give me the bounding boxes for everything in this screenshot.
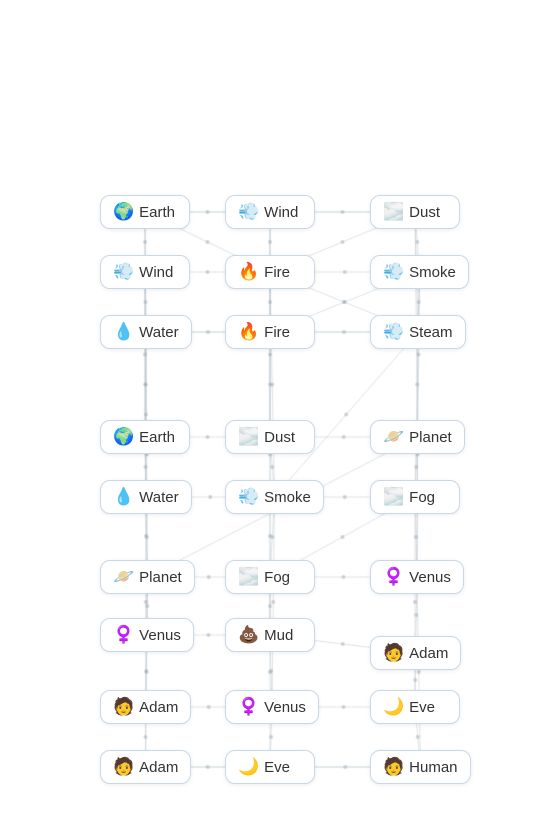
node-label: Earth	[139, 204, 175, 221]
node-water-n7[interactable]: 💧 Water	[100, 315, 192, 349]
node-wind-n4[interactable]: 💨 Wind	[100, 255, 190, 289]
node-emoji: 💨	[383, 322, 404, 342]
node-adam-n22[interactable]: 🧑 Adam	[100, 690, 191, 724]
node-emoji: 🧑	[113, 697, 134, 717]
node-label: Eve	[409, 699, 435, 716]
node-label: Earth	[139, 429, 175, 446]
node-label: Wind	[139, 264, 173, 281]
node-label: Eve	[264, 759, 290, 776]
node-fire-n5[interactable]: 🔥 Fire	[225, 255, 315, 289]
node-emoji: 🪐	[113, 567, 134, 587]
node-label: Planet	[139, 569, 182, 586]
node-planet-n16[interactable]: 🪐 Planet	[100, 560, 195, 594]
node-label: Human	[409, 759, 457, 776]
node-emoji: 🌫️	[238, 427, 259, 447]
node-venus-n18[interactable]: ♀️ Venus	[370, 560, 464, 594]
node-emoji: ♀️	[238, 697, 259, 717]
node-earth-n10[interactable]: 🌍 Earth	[100, 420, 190, 454]
node-label: Fire	[264, 264, 290, 281]
node-emoji: 🌫️	[238, 567, 259, 587]
node-emoji: 💨	[238, 202, 259, 222]
node-label: Water	[139, 489, 178, 506]
node-eve-n24[interactable]: 🌙 Eve	[370, 690, 460, 724]
node-label: Dust	[264, 429, 295, 446]
node-emoji: 💧	[113, 487, 134, 507]
node-label: Adam	[139, 699, 178, 716]
node-emoji: 🪐	[383, 427, 404, 447]
node-label: Adam	[409, 645, 448, 662]
node-emoji: 🧑	[113, 757, 134, 777]
node-venus-n19[interactable]: ♀️ Venus	[100, 618, 194, 652]
node-label: Fire	[264, 324, 290, 341]
node-venus-n23[interactable]: ♀️ Venus	[225, 690, 319, 724]
node-steam-n9[interactable]: 💨 Steam	[370, 315, 466, 349]
node-label: Wind	[264, 204, 298, 221]
node-dust-n11[interactable]: 🌫️ Dust	[225, 420, 315, 454]
node-earth-n1[interactable]: 🌍 Earth	[100, 195, 190, 229]
node-emoji: 🌍	[113, 427, 134, 447]
node-label: Fog	[264, 569, 290, 586]
node-adam-n21[interactable]: 🧑 Adam	[370, 636, 461, 670]
node-emoji: 🌫️	[383, 487, 404, 507]
node-mud-n20[interactable]: 💩 Mud	[225, 618, 315, 652]
node-emoji: 🌍	[113, 202, 134, 222]
node-dust-n3[interactable]: 🌫️ Dust	[370, 195, 460, 229]
node-label: Steam	[409, 324, 452, 341]
node-smoke-n6[interactable]: 💨 Smoke	[370, 255, 469, 289]
node-fog-n15[interactable]: 🌫️ Fog	[370, 480, 460, 514]
node-water-n13[interactable]: 💧 Water	[100, 480, 192, 514]
node-label: Water	[139, 324, 178, 341]
nodes-layer: 🌍 Earth 💨 Wind 🌫️ Dust 💨 Wind 🔥 Fire 💨 Smoke 💧 Water 🔥…	[0, 0, 559, 825]
node-emoji: ♀️	[113, 625, 134, 645]
node-emoji: 🔥	[238, 262, 259, 282]
node-label: Mud	[264, 627, 293, 644]
node-emoji: 🌫️	[383, 202, 404, 222]
node-fire-n8[interactable]: 🔥 Fire	[225, 315, 315, 349]
node-emoji: 🔥	[238, 322, 259, 342]
node-human-n27[interactable]: 🧑 Human	[370, 750, 471, 784]
node-smoke-n14[interactable]: 💨 Smoke	[225, 480, 324, 514]
node-label: Venus	[139, 627, 181, 644]
node-fog-n17[interactable]: 🌫️ Fog	[225, 560, 315, 594]
node-label: Fog	[409, 489, 435, 506]
node-emoji: 🌙	[238, 757, 259, 777]
node-adam-n25[interactable]: 🧑 Adam	[100, 750, 191, 784]
node-label: Adam	[139, 759, 178, 776]
node-emoji: 💨	[238, 487, 259, 507]
node-label: Dust	[409, 204, 440, 221]
node-emoji: 🧑	[383, 643, 404, 663]
node-planet-n12[interactable]: 🪐 Planet	[370, 420, 465, 454]
node-emoji: ♀️	[383, 567, 404, 587]
node-emoji: 🌙	[383, 697, 404, 717]
node-label: Smoke	[409, 264, 456, 281]
node-emoji: 💨	[113, 262, 134, 282]
node-emoji: 💩	[238, 625, 259, 645]
node-eve-n26[interactable]: 🌙 Eve	[225, 750, 315, 784]
node-emoji: 💧	[113, 322, 134, 342]
node-label: Venus	[409, 569, 451, 586]
node-emoji: 💨	[383, 262, 404, 282]
node-label: Smoke	[264, 489, 311, 506]
node-emoji: 🧑	[383, 757, 404, 777]
node-label: Venus	[264, 699, 306, 716]
node-wind-n2[interactable]: 💨 Wind	[225, 195, 315, 229]
node-label: Planet	[409, 429, 452, 446]
